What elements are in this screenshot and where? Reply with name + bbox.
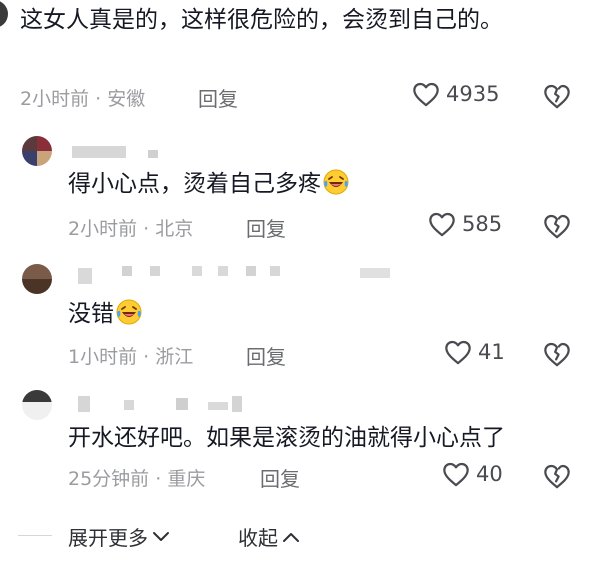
meta-separator: · — [143, 218, 150, 240]
comment-text: 没错 — [68, 298, 142, 330]
meta-separator: · — [95, 88, 102, 110]
reply-button[interactable]: 回复 — [198, 83, 238, 112]
comment-2: 得小心点，烫着自己多疼 2小时前 · 北京 回复 585 — [0, 130, 600, 250]
comment-4: 开水还好吧。如果是滚烫的油就得小心点了 25分钟前 · 重庆 回复 40 — [0, 384, 600, 504]
broken-heart-icon — [544, 464, 570, 489]
heart-outline-icon — [413, 82, 439, 107]
laughing-tears-emoji — [323, 169, 349, 195]
avatar[interactable] — [22, 136, 52, 166]
collapse-label: 收起 — [238, 526, 278, 550]
like-button[interactable]: 4935 — [412, 81, 499, 107]
avatar-partial[interactable] — [0, 0, 8, 28]
chevron-up-icon — [283, 532, 299, 542]
comment-location: 浙江 — [155, 346, 194, 368]
comment-text: 开水还好吧。如果是滚烫的油就得小心点了 — [68, 425, 505, 451]
reply-button[interactable]: 回复 — [246, 341, 286, 370]
comment-location: 安徽 — [107, 88, 146, 110]
comment-meta: 2小时前 · 北京 — [68, 214, 193, 241]
like-button[interactable]: 41 — [444, 339, 505, 365]
meta-separator: · — [155, 468, 162, 490]
like-count: 4935 — [446, 82, 500, 106]
comment-time: 1小时前 — [68, 346, 138, 368]
comment-3: 没错 1小时前 · 浙江 回复 41 — [0, 258, 600, 378]
broken-heart-icon — [544, 214, 570, 239]
collapse-button[interactable]: 收起 — [238, 522, 300, 551]
like-count: 585 — [462, 212, 503, 236]
avatar[interactable] — [22, 264, 52, 294]
avatar[interactable] — [22, 390, 52, 420]
chevron-down-icon — [153, 531, 169, 541]
comment-time: 2小时前 — [68, 218, 138, 240]
dislike-button[interactable] — [543, 463, 571, 489]
comment-location: 重庆 — [167, 468, 206, 490]
comment-1: 这女人真是的，这样很危险的，会烫到自己的。 2小时前 · 安徽 回复 4935 — [0, 0, 600, 120]
dislike-button[interactable] — [543, 213, 571, 239]
broken-heart-icon — [544, 84, 570, 109]
comment-meta: 2小时前 · 安徽 — [20, 84, 145, 111]
heart-outline-icon — [429, 212, 455, 237]
comment-text-content: 得小心点，烫着自己多疼 — [68, 171, 321, 197]
expand-more-label: 展开更多 — [68, 526, 148, 550]
username-blurred[interactable] — [78, 396, 90, 412]
comment-text: 得小心点，烫着自己多疼 — [68, 168, 349, 200]
like-count: 41 — [478, 340, 505, 364]
comment-text: 这女人真是的，这样很危险的，会烫到自己的。 — [20, 7, 503, 33]
replies-divider — [18, 535, 52, 536]
like-count: 40 — [476, 462, 503, 486]
dislike-button[interactable] — [543, 341, 571, 367]
broken-heart-icon — [544, 342, 570, 367]
expand-more-button[interactable]: 展开更多 — [68, 522, 170, 551]
comment-text-content: 没错 — [68, 301, 114, 327]
comment-time: 25分钟前 — [68, 468, 150, 490]
comment-time: 2小时前 — [20, 88, 90, 110]
username-blurred[interactable] — [72, 146, 126, 158]
dislike-button[interactable] — [543, 83, 571, 109]
comment-meta: 1小时前 · 浙江 — [68, 342, 193, 369]
like-button[interactable]: 585 — [428, 211, 502, 237]
comment-meta: 25分钟前 · 重庆 — [68, 464, 205, 491]
laughing-tears-emoji — [116, 299, 142, 325]
comment-location: 北京 — [155, 218, 194, 240]
meta-separator: · — [143, 346, 150, 368]
heart-outline-icon — [445, 340, 471, 365]
heart-outline-icon — [443, 462, 469, 487]
like-button[interactable]: 40 — [442, 461, 503, 487]
username-blurred[interactable] — [78, 268, 92, 284]
reply-button[interactable]: 回复 — [246, 213, 286, 242]
username-blurred-dot — [148, 150, 158, 158]
reply-button[interactable]: 回复 — [260, 463, 300, 492]
